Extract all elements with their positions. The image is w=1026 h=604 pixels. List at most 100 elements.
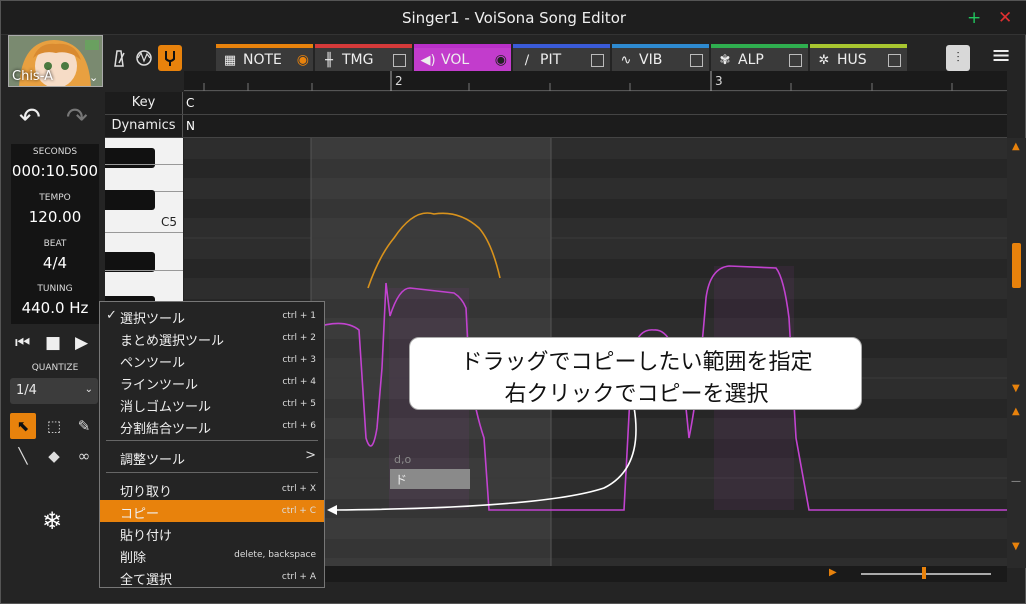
menu-item-delete[interactable]: 削除 delete, backspace: [100, 544, 324, 566]
tab-label: HUS: [837, 52, 867, 68]
callout-line-1: ドラッグでコピーしたい範囲を指定: [460, 350, 813, 375]
stop-icon[interactable]: ■: [45, 333, 61, 353]
key-divider: [105, 164, 183, 165]
pen-tool-icon[interactable]: ✎: [71, 413, 97, 439]
black-key[interactable]: [105, 190, 155, 210]
scroll-down-icon[interactable]: ▼: [1012, 383, 1020, 394]
menu-item-adjust-tool[interactable]: 調整ツール >: [100, 446, 324, 468]
dynamics-row[interactable]: Dynamics N: [105, 115, 1007, 138]
snowflake-icon[interactable]: ❄: [42, 507, 62, 535]
visibility-checkbox[interactable]: [888, 53, 901, 67]
menu-item-split-join-tool[interactable]: 分割結合ツール ctrl + 6: [100, 415, 324, 437]
rewind-icon[interactable]: ⏮: [15, 333, 30, 353]
zoom-down-icon[interactable]: ▼: [1012, 541, 1020, 552]
timeline-ruler[interactable]: 2 3: [184, 71, 1007, 91]
menu-item-select-all[interactable]: 全て選択 ctrl + A: [100, 566, 324, 588]
tab-label: ALP: [738, 52, 764, 68]
black-key[interactable]: [105, 148, 155, 168]
zoom-slider-knob[interactable]: [922, 567, 926, 579]
zoom-up-icon[interactable]: ▲: [1012, 406, 1020, 417]
context-menu: ✓ 選択ツール ctrl + 1 まとめ選択ツール ctrl + 2 ペンツール…: [99, 301, 325, 588]
play-icon[interactable]: ▶: [75, 333, 88, 353]
submenu-arrow-icon: >: [305, 448, 316, 463]
key-row[interactable]: Key C: [105, 92, 1007, 115]
menu-item-eraser-tool[interactable]: 消しゴムツール ctrl + 5: [100, 393, 324, 415]
undo-icon[interactable]: ↶: [19, 103, 41, 133]
tab-alp[interactable]: ✾ ALP: [711, 44, 808, 72]
menu-item-label: 貼り付け: [120, 529, 173, 544]
menu-item-paste[interactable]: 貼り付け: [100, 522, 324, 544]
key-value: C: [186, 96, 195, 110]
close-icon[interactable]: ✕: [998, 8, 1012, 28]
menu-item-shortcut: ctrl + C: [281, 506, 316, 516]
chevron-down-icon[interactable]: ⌄: [89, 71, 98, 84]
menu-item-label: 分割結合ツール: [120, 422, 212, 437]
scroll-thumb[interactable]: [1012, 243, 1021, 288]
tab-tmg[interactable]: ╫ TMG: [315, 44, 412, 72]
pitch-icon: ∕: [524, 52, 530, 68]
menu-item-shortcut: ctrl + 6: [282, 421, 316, 431]
eye-icon[interactable]: ◉: [297, 52, 309, 68]
scroll-up-icon[interactable]: ▲: [1012, 141, 1020, 152]
zoom-knob[interactable]: —: [1011, 476, 1021, 487]
transport-controls: ⏮ ■ ▶: [15, 333, 97, 353]
menu-item-label: ペンツール: [120, 356, 186, 371]
tuning-fork-icon[interactable]: [158, 45, 182, 71]
visibility-checkbox[interactable]: [393, 53, 406, 67]
quantize-select[interactable]: 1/4 ⌄: [10, 378, 98, 404]
menu-item-copy[interactable]: コピー ctrl + C: [100, 500, 324, 522]
chevron-down-icon: ⌄: [84, 384, 93, 395]
menu-item-label: 切り取り: [120, 485, 173, 500]
callout-line-2: 右クリックでコピーを選択: [504, 382, 769, 407]
hamburger-menu-icon[interactable]: ≡: [991, 41, 1011, 69]
tab-vol[interactable]: ◀) VOL ◉: [414, 44, 511, 72]
key-label: Key: [105, 92, 183, 114]
alpha-icon: ✾: [719, 52, 731, 68]
split-tool-icon[interactable]: ∞: [71, 443, 97, 469]
title-bar: Singer1 - VoiSona Song Editor + ✕: [1, 1, 1026, 35]
menu-item-shortcut: ctrl + X: [281, 484, 316, 494]
menu-item-line-tool[interactable]: ラインツール ctrl + 4: [100, 371, 324, 393]
dynamics-label: Dynamics: [105, 115, 183, 137]
group-select-tool-icon[interactable]: ⬚: [41, 413, 67, 439]
beat-label: BEAT: [43, 239, 67, 249]
select-tool-icon[interactable]: ⬉: [10, 413, 36, 439]
play-marker-icon[interactable]: ▶: [829, 567, 837, 578]
instruction-callout: ドラッグでコピーしたい範囲を指定 右クリックでコピーを選択: [409, 337, 862, 410]
tempo-label: TEMPO: [39, 193, 71, 203]
tab-pit[interactable]: ∕ PIT: [513, 44, 610, 72]
menu-item-label: 全て選択: [120, 573, 173, 588]
line-tool-icon[interactable]: ╲: [10, 443, 36, 469]
menu-item-label: 調整ツール: [120, 453, 186, 468]
beat-value[interactable]: 4/4: [11, 254, 99, 272]
piano-keyboard[interactable]: C5: [105, 138, 183, 328]
menu-divider: [106, 440, 318, 441]
horizontal-zoom-slider[interactable]: [861, 573, 991, 575]
waveform-icon[interactable]: [132, 45, 156, 71]
mixer-icon[interactable]: ⫶: [946, 45, 970, 71]
metronome-icon[interactable]: [107, 45, 131, 71]
tab-hus[interactable]: ✲ HUS: [810, 44, 907, 72]
menu-item-cut[interactable]: 切り取り ctrl + X: [100, 478, 324, 500]
tempo-value[interactable]: 120.00: [11, 208, 99, 226]
menu-item-group-select-tool[interactable]: まとめ選択ツール ctrl + 2: [100, 327, 324, 349]
tab-note[interactable]: ▦ NOTE ◉: [216, 44, 313, 72]
vertical-scrollbar[interactable]: ▲ ▼ ▲ — ▼: [1007, 138, 1026, 568]
tab-vib[interactable]: ∿ VIB: [612, 44, 709, 72]
tuning-value[interactable]: 440.0 Hz: [11, 299, 99, 317]
visibility-checkbox[interactable]: [591, 53, 604, 67]
visibility-checkbox[interactable]: [690, 53, 703, 67]
menu-item-pen-tool[interactable]: ペンツール ctrl + 3: [100, 349, 324, 371]
menu-item-label: コピー: [120, 507, 160, 522]
visibility-checkbox[interactable]: [789, 53, 802, 67]
measure-3-label: 3: [715, 74, 723, 88]
singer-selector[interactable]: Chis-A ⌄: [8, 35, 103, 87]
redo-icon[interactable]: ↷: [66, 103, 88, 133]
menu-item-shortcut: ctrl + 5: [282, 399, 316, 409]
menu-item-select-tool[interactable]: ✓ 選択ツール ctrl + 1: [100, 305, 324, 327]
tab-label: PIT: [540, 52, 562, 68]
eye-icon[interactable]: ◉: [495, 52, 507, 68]
add-icon[interactable]: +: [967, 8, 981, 28]
black-key[interactable]: [105, 252, 155, 272]
eraser-tool-icon[interactable]: ◆: [41, 443, 67, 469]
